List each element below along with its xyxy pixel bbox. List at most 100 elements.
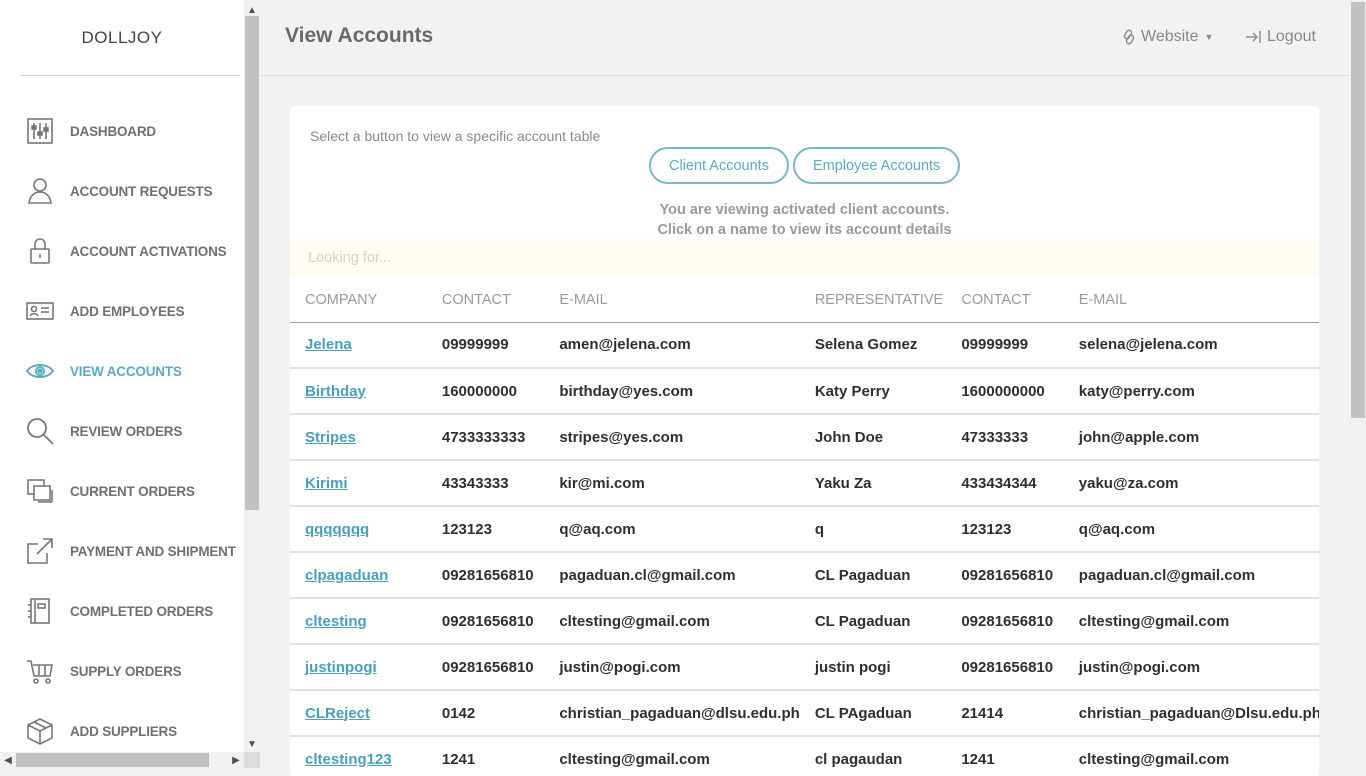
column-header-representative[interactable]: REPRESENTATIVE bbox=[799, 278, 947, 323]
notebook-icon bbox=[24, 595, 56, 627]
column-header-contact[interactable]: CONTACT bbox=[426, 278, 545, 323]
sidebar-item-dashboard[interactable]: DASHBOARD bbox=[24, 113, 156, 149]
rep-email-cell: pagaduan.cl@gmail.com bbox=[1063, 552, 1319, 599]
logout-link[interactable]: Logout bbox=[1245, 28, 1316, 46]
rep-contact-cell: 433434344 bbox=[946, 460, 1064, 507]
accounts-card: Select a button to view a specific accou… bbox=[290, 106, 1319, 776]
sidebar-item-payment-and-shipment[interactable]: PAYMENT AND SHIPMENT bbox=[24, 533, 236, 569]
client-accounts-button[interactable]: Client Accounts bbox=[649, 147, 789, 184]
company-cell: qqqqqqq bbox=[290, 506, 427, 553]
scroll-down-icon[interactable]: ▼ bbox=[244, 736, 260, 752]
sidebar-hscroll-thumb[interactable] bbox=[16, 753, 209, 767]
column-header-company[interactable]: COMPANY bbox=[290, 278, 427, 323]
company-link[interactable]: justinpogi bbox=[305, 659, 377, 676]
company-email-cell: q@aq.com bbox=[544, 506, 800, 553]
company-email-cell: cltesting@gmail.com bbox=[544, 736, 800, 776]
company-cell: Jelena bbox=[290, 322, 427, 369]
viewing-line-1: You are viewing activated client account… bbox=[659, 202, 950, 218]
rep-contact-cell: 21414 bbox=[946, 690, 1064, 737]
eye-icon bbox=[24, 355, 56, 387]
company-contact-cell: 123123 bbox=[426, 506, 545, 553]
search-input[interactable] bbox=[290, 239, 1319, 277]
company-cell: clpagaduan bbox=[290, 552, 427, 599]
top-bar: View Accounts Website ▼ Logout bbox=[260, 0, 1350, 76]
sidebar-item-add-employees[interactable]: ADD EMPLOYEES bbox=[24, 293, 185, 329]
rep-email-cell: cltesting@gmail.com bbox=[1063, 598, 1319, 645]
company-link[interactable]: Jelena bbox=[305, 336, 352, 353]
company-link[interactable]: CLReject bbox=[305, 705, 370, 722]
page-scrollbar-thumb[interactable] bbox=[1351, 2, 1365, 418]
table-row: cltesting123 1241 cltesting@gmail.com cl pa… bbox=[290, 736, 1319, 776]
sidebar-item-view-accounts[interactable]: VIEW ACCOUNTS bbox=[24, 353, 182, 389]
sidebar-item-label: CURRENT ORDERS bbox=[70, 483, 195, 499]
id-card-icon bbox=[24, 295, 56, 327]
rep-contact-cell: 09281656810 bbox=[946, 644, 1064, 691]
representative-cell: Katy Perry bbox=[799, 368, 947, 415]
sidebar-item-label: ACCOUNT ACTIVATIONS bbox=[70, 243, 227, 259]
column-header-rep-email[interactable]: E-MAIL bbox=[1063, 278, 1319, 323]
company-cell: Birthday bbox=[290, 368, 427, 415]
sidebar-item-current-orders[interactable]: CURRENT ORDERS bbox=[24, 473, 195, 509]
company-link[interactable]: cltesting123 bbox=[305, 751, 392, 768]
employee-accounts-button[interactable]: Employee Accounts bbox=[792, 147, 961, 184]
table-row: Birthday 160000000 birthday@yes.com Katy Pe… bbox=[290, 368, 1319, 415]
table-row: justinpogi 09281656810 justin@pogi.com just… bbox=[290, 644, 1319, 691]
company-cell: Stripes bbox=[290, 414, 427, 461]
rep-email-cell: yaku@za.com bbox=[1063, 460, 1319, 507]
company-link[interactable]: Kirimi bbox=[305, 475, 348, 492]
company-email-cell: christian_pagaduan@dlsu.edu.ph bbox=[544, 690, 800, 737]
representative-cell: justin pogi bbox=[799, 644, 947, 691]
sidebar-item-account-requests[interactable]: ACCOUNT REQUESTS bbox=[24, 173, 213, 209]
scroll-left-icon[interactable]: ◀ bbox=[0, 752, 16, 768]
rep-contact-cell: 09281656810 bbox=[946, 598, 1064, 645]
select-hint: Select a button to view a specific accou… bbox=[310, 128, 601, 144]
scroll-up-icon[interactable]: ▲ bbox=[244, 2, 260, 18]
representative-cell: CL Pagaduan bbox=[799, 552, 947, 599]
rep-contact-cell: 09999999 bbox=[946, 322, 1064, 369]
sidebar-item-completed-orders[interactable]: COMPLETED ORDERS bbox=[24, 593, 213, 629]
sidebar-item-supply-orders[interactable]: SUPPLY ORDERS bbox=[24, 653, 182, 689]
table-row: Stripes 4733333333 stripes@yes.com John Doe… bbox=[290, 414, 1319, 461]
scroll-right-icon[interactable]: ▶ bbox=[228, 752, 244, 768]
sliders-icon bbox=[24, 115, 56, 147]
rep-email-cell: justin@pogi.com bbox=[1063, 644, 1319, 691]
sidebar-item-review-orders[interactable]: REVIEW ORDERS bbox=[24, 413, 182, 449]
sidebar: DOLLJOY DASHBOARD ACCOUNT REQUESTS ACCOUNT… bbox=[0, 0, 244, 752]
company-cell: CLReject bbox=[290, 690, 427, 737]
accounts-table: COMPANY CONTACT E-MAIL REPRESENTATIVE CO… bbox=[290, 278, 1319, 776]
sidebar-scrollbar-thumb[interactable] bbox=[245, 16, 259, 510]
rep-email-cell: selena@jelena.com bbox=[1063, 322, 1319, 369]
company-email-cell: birthday@yes.com bbox=[544, 368, 800, 415]
sidebar-item-account-activations[interactable]: ACCOUNT ACTIVATIONS bbox=[24, 233, 227, 269]
link-icon bbox=[1121, 29, 1137, 45]
company-link[interactable]: clpagaduan bbox=[305, 567, 388, 584]
website-dropdown[interactable]: Website ▼ bbox=[1121, 28, 1213, 46]
rep-email-cell: john@apple.com bbox=[1063, 414, 1319, 461]
logout-label: Logout bbox=[1267, 28, 1316, 45]
sidebar-item-add-suppliers[interactable]: ADD SUPPLIERS bbox=[24, 713, 177, 749]
page-title: View Accounts bbox=[285, 24, 434, 47]
table-row: qqqqqqq 123123 q@aq.com q 123123 q@aq.com bbox=[290, 506, 1319, 553]
table-row: CLReject 0142 christian_pagaduan@dlsu.edu.… bbox=[290, 690, 1319, 737]
copy-icon bbox=[24, 475, 56, 507]
company-email-cell: kir@mi.com bbox=[544, 460, 800, 507]
company-link[interactable]: cltesting bbox=[305, 613, 367, 630]
company-contact-cell: 09281656810 bbox=[426, 598, 545, 645]
column-header-email[interactable]: E-MAIL bbox=[544, 278, 800, 323]
column-header-rep-contact[interactable]: CONTACT bbox=[946, 278, 1064, 323]
cart-icon bbox=[24, 655, 56, 687]
rep-contact-cell: 1600000000 bbox=[946, 368, 1064, 415]
company-email-cell: cltesting@gmail.com bbox=[544, 598, 800, 645]
company-contact-cell: 43343333 bbox=[426, 460, 545, 507]
brand-logo[interactable]: DOLLJOY bbox=[20, 0, 240, 76]
sidebar-item-label: SUPPLY ORDERS bbox=[70, 663, 182, 679]
company-link[interactable]: Stripes bbox=[305, 429, 356, 446]
table-row: Jelena 09999999 amen@jelena.com Selena Gome… bbox=[290, 322, 1319, 369]
company-cell: cltesting123 bbox=[290, 736, 427, 776]
company-contact-cell: 4733333333 bbox=[426, 414, 545, 461]
rep-contact-cell: 47333333 bbox=[946, 414, 1064, 461]
company-email-cell: amen@jelena.com bbox=[544, 322, 800, 369]
company-link[interactable]: qqqqqqq bbox=[305, 521, 369, 538]
company-link[interactable]: Birthday bbox=[305, 383, 366, 400]
user-icon bbox=[24, 175, 56, 207]
